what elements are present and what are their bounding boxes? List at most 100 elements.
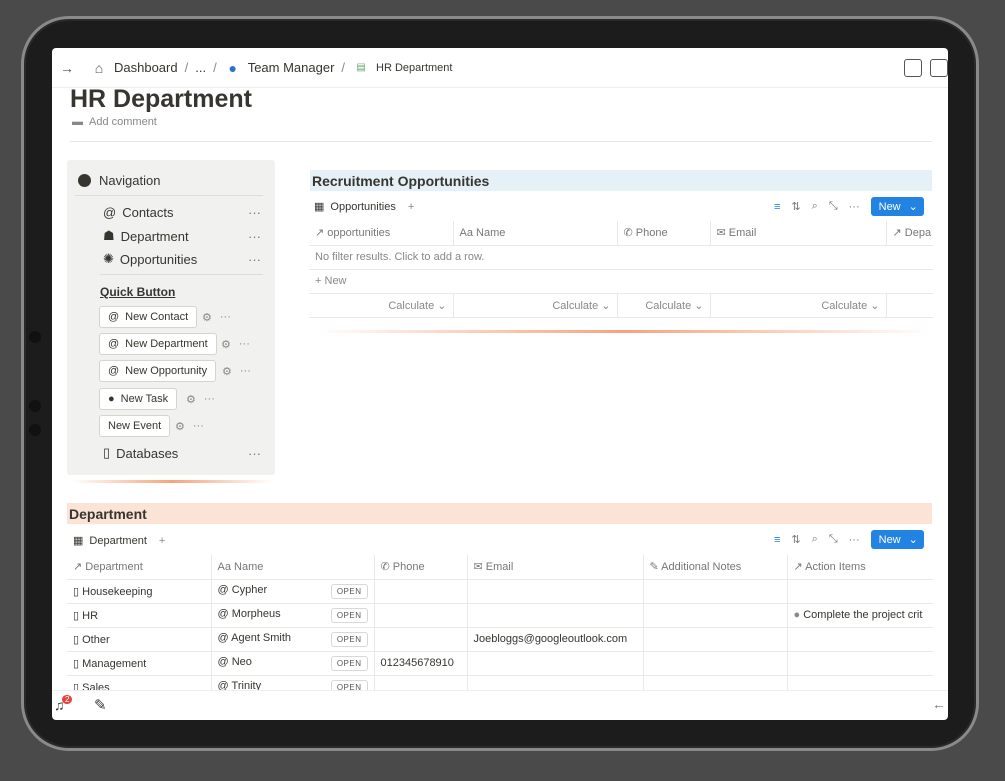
name-cell[interactable]: @ Trinity OPEN: [211, 675, 375, 690]
filter-icon[interactable]: ≡: [774, 201, 780, 213]
more-icon[interactable]: ···: [240, 365, 251, 378]
phone-cell[interactable]: 012345678910: [374, 651, 468, 676]
more-icon[interactable]: ···: [220, 311, 231, 324]
column-header[interactable]: Aa Name: [211, 555, 375, 580]
action-cell[interactable]: ● Complete the project crit: [787, 603, 933, 628]
table-row[interactable]: ▯ Management @ Neo OPEN 012345678910: [67, 651, 933, 676]
breadcrumb-dashboard[interactable]: ⌂ Dashboard: [90, 59, 178, 77]
notes-cell[interactable]: [643, 579, 788, 604]
gear-icon[interactable]: ⚙: [222, 365, 232, 378]
more-icon[interactable]: ···: [204, 393, 215, 406]
phone-cell[interactable]: [374, 603, 468, 628]
name-cell[interactable]: @ Cypher OPEN: [211, 579, 375, 604]
notes-cell[interactable]: [643, 651, 788, 676]
new-button[interactable]: New ⌄: [870, 530, 924, 549]
column-header[interactable]: ↗ Department: [67, 555, 212, 580]
email-cell[interactable]: [467, 579, 644, 604]
email-cell[interactable]: [467, 651, 644, 676]
department-cell[interactable]: ▯ HR: [67, 603, 212, 628]
open-button[interactable]: OPEN: [330, 583, 368, 599]
more-icon[interactable]: ···: [849, 201, 860, 213]
table-row[interactable]: ▯ Sales @ Trinity OPEN: [67, 675, 933, 690]
phone-cell[interactable]: [374, 579, 468, 604]
department-cell[interactable]: ▯ Other: [67, 627, 212, 652]
new-department-button[interactable]: @ New Department: [99, 333, 217, 355]
forward-arrow-icon[interactable]: →: [58, 59, 76, 77]
name-cell[interactable]: @ Agent Smith OPEN: [211, 627, 375, 652]
add-row-button[interactable]: + New: [309, 269, 933, 294]
table-row[interactable]: ▯ Housekeeping @ Cypher OPEN: [67, 579, 933, 604]
calculate-cell[interactable]: Calculate ⌄: [617, 293, 711, 318]
open-button[interactable]: OPEN: [330, 655, 368, 671]
new-event-button[interactable]: New Event: [99, 415, 171, 437]
more-icon[interactable]: ···: [239, 338, 250, 351]
table-row[interactable]: ▯ Other @ Agent Smith OPEN Joebloggs@goog…: [67, 627, 933, 652]
nav-item-opportunities[interactable]: ✺ Opportunities ···: [103, 251, 261, 267]
gear-icon[interactable]: ⚙: [186, 393, 196, 406]
calculate-cell[interactable]: Calculate ⌄: [309, 293, 454, 318]
new-contact-button[interactable]: @ New Contact: [99, 306, 198, 328]
gear-icon[interactable]: ⚙: [202, 311, 212, 324]
filter-icon[interactable]: ≡: [774, 534, 780, 546]
gear-icon[interactable]: ⚙: [221, 338, 231, 351]
column-header[interactable]: ↗ opportunities: [309, 221, 454, 246]
comments-icon[interactable]: [930, 59, 948, 77]
column-header[interactable]: ✉ Email: [467, 555, 644, 580]
gear-icon[interactable]: ⚙: [175, 420, 185, 433]
column-header[interactable]: ✆ Phone: [617, 221, 711, 246]
calculate-cell[interactable]: [886, 293, 933, 318]
view-tab-department[interactable]: ▦ Department +: [73, 534, 165, 548]
add-view-icon[interactable]: +: [408, 201, 414, 213]
action-cell[interactable]: [787, 651, 933, 676]
view-tab-opportunities[interactable]: ▦ Opportunities +: [314, 200, 414, 214]
column-header[interactable]: ↗ Depa: [886, 221, 933, 246]
breadcrumb-hr-department[interactable]: ▤ HR Department: [352, 59, 452, 77]
department-cell[interactable]: ▯ Management: [67, 651, 212, 676]
more-icon[interactable]: ···: [248, 205, 261, 220]
compose-icon[interactable]: ✎: [94, 696, 107, 714]
nav-item-department[interactable]: ☗ Department ···: [103, 228, 261, 244]
nav-item-contacts[interactable]: @ Contacts ···: [103, 205, 261, 220]
calculate-cell[interactable]: Calculate ⌄: [710, 293, 887, 318]
column-header[interactable]: ↗ Action Items: [787, 555, 933, 580]
more-icon[interactable]: ···: [248, 446, 261, 461]
chevron-down-icon[interactable]: ⌄: [909, 200, 918, 213]
sort-icon[interactable]: ⇅: [791, 200, 800, 213]
open-button[interactable]: OPEN: [330, 679, 368, 690]
more-icon[interactable]: ···: [248, 252, 261, 267]
column-header[interactable]: ✆ Phone: [374, 555, 468, 580]
empty-state[interactable]: No filter results. Click to add a row.: [309, 245, 933, 270]
department-cell[interactable]: ▯ Housekeeping: [67, 579, 212, 604]
breadcrumb-ellipsis[interactable]: ...: [195, 60, 206, 75]
share-icon[interactable]: [904, 59, 922, 77]
phone-cell[interactable]: [374, 627, 468, 652]
notes-cell[interactable]: [643, 675, 788, 690]
more-icon[interactable]: ···: [849, 534, 860, 546]
calculate-cell[interactable]: Calculate ⌄: [453, 293, 618, 318]
email-cell[interactable]: [467, 675, 644, 690]
name-cell[interactable]: @ Neo OPEN: [211, 651, 375, 676]
back-arrow-icon[interactable]: ←: [932, 696, 946, 712]
new-task-button[interactable]: ● New Task: [99, 388, 178, 410]
notes-cell[interactable]: [643, 603, 788, 628]
expand-icon[interactable]: ⤡: [829, 200, 838, 213]
sort-icon[interactable]: ⇅: [791, 533, 800, 546]
open-button[interactable]: OPEN: [330, 631, 368, 647]
search-icon[interactable]: ⌕: [812, 533, 818, 546]
column-header[interactable]: Aa Name: [453, 221, 618, 246]
nav-item-databases[interactable]: ▯ Databases ···: [103, 445, 261, 461]
chevron-down-icon[interactable]: ⌄: [909, 533, 918, 546]
search-icon[interactable]: ⌕: [812, 200, 818, 213]
new-opportunity-button[interactable]: @ New Opportunity: [99, 360, 217, 382]
action-cell[interactable]: [787, 579, 933, 604]
column-header[interactable]: ✉ Email: [710, 221, 887, 246]
more-icon[interactable]: ···: [248, 229, 261, 244]
table-row[interactable]: ▯ HR @ Morpheus OPEN ● Complete the proje…: [67, 603, 933, 628]
expand-icon[interactable]: ⤡: [829, 533, 838, 546]
action-cell[interactable]: [787, 627, 933, 652]
breadcrumb-team-manager[interactable]: ● Team Manager: [224, 59, 334, 77]
new-button[interactable]: New ⌄: [870, 197, 924, 216]
add-comment-button[interactable]: ▬ Add comment: [72, 116, 157, 128]
notes-cell[interactable]: [643, 627, 788, 652]
action-cell[interactable]: [787, 675, 933, 690]
